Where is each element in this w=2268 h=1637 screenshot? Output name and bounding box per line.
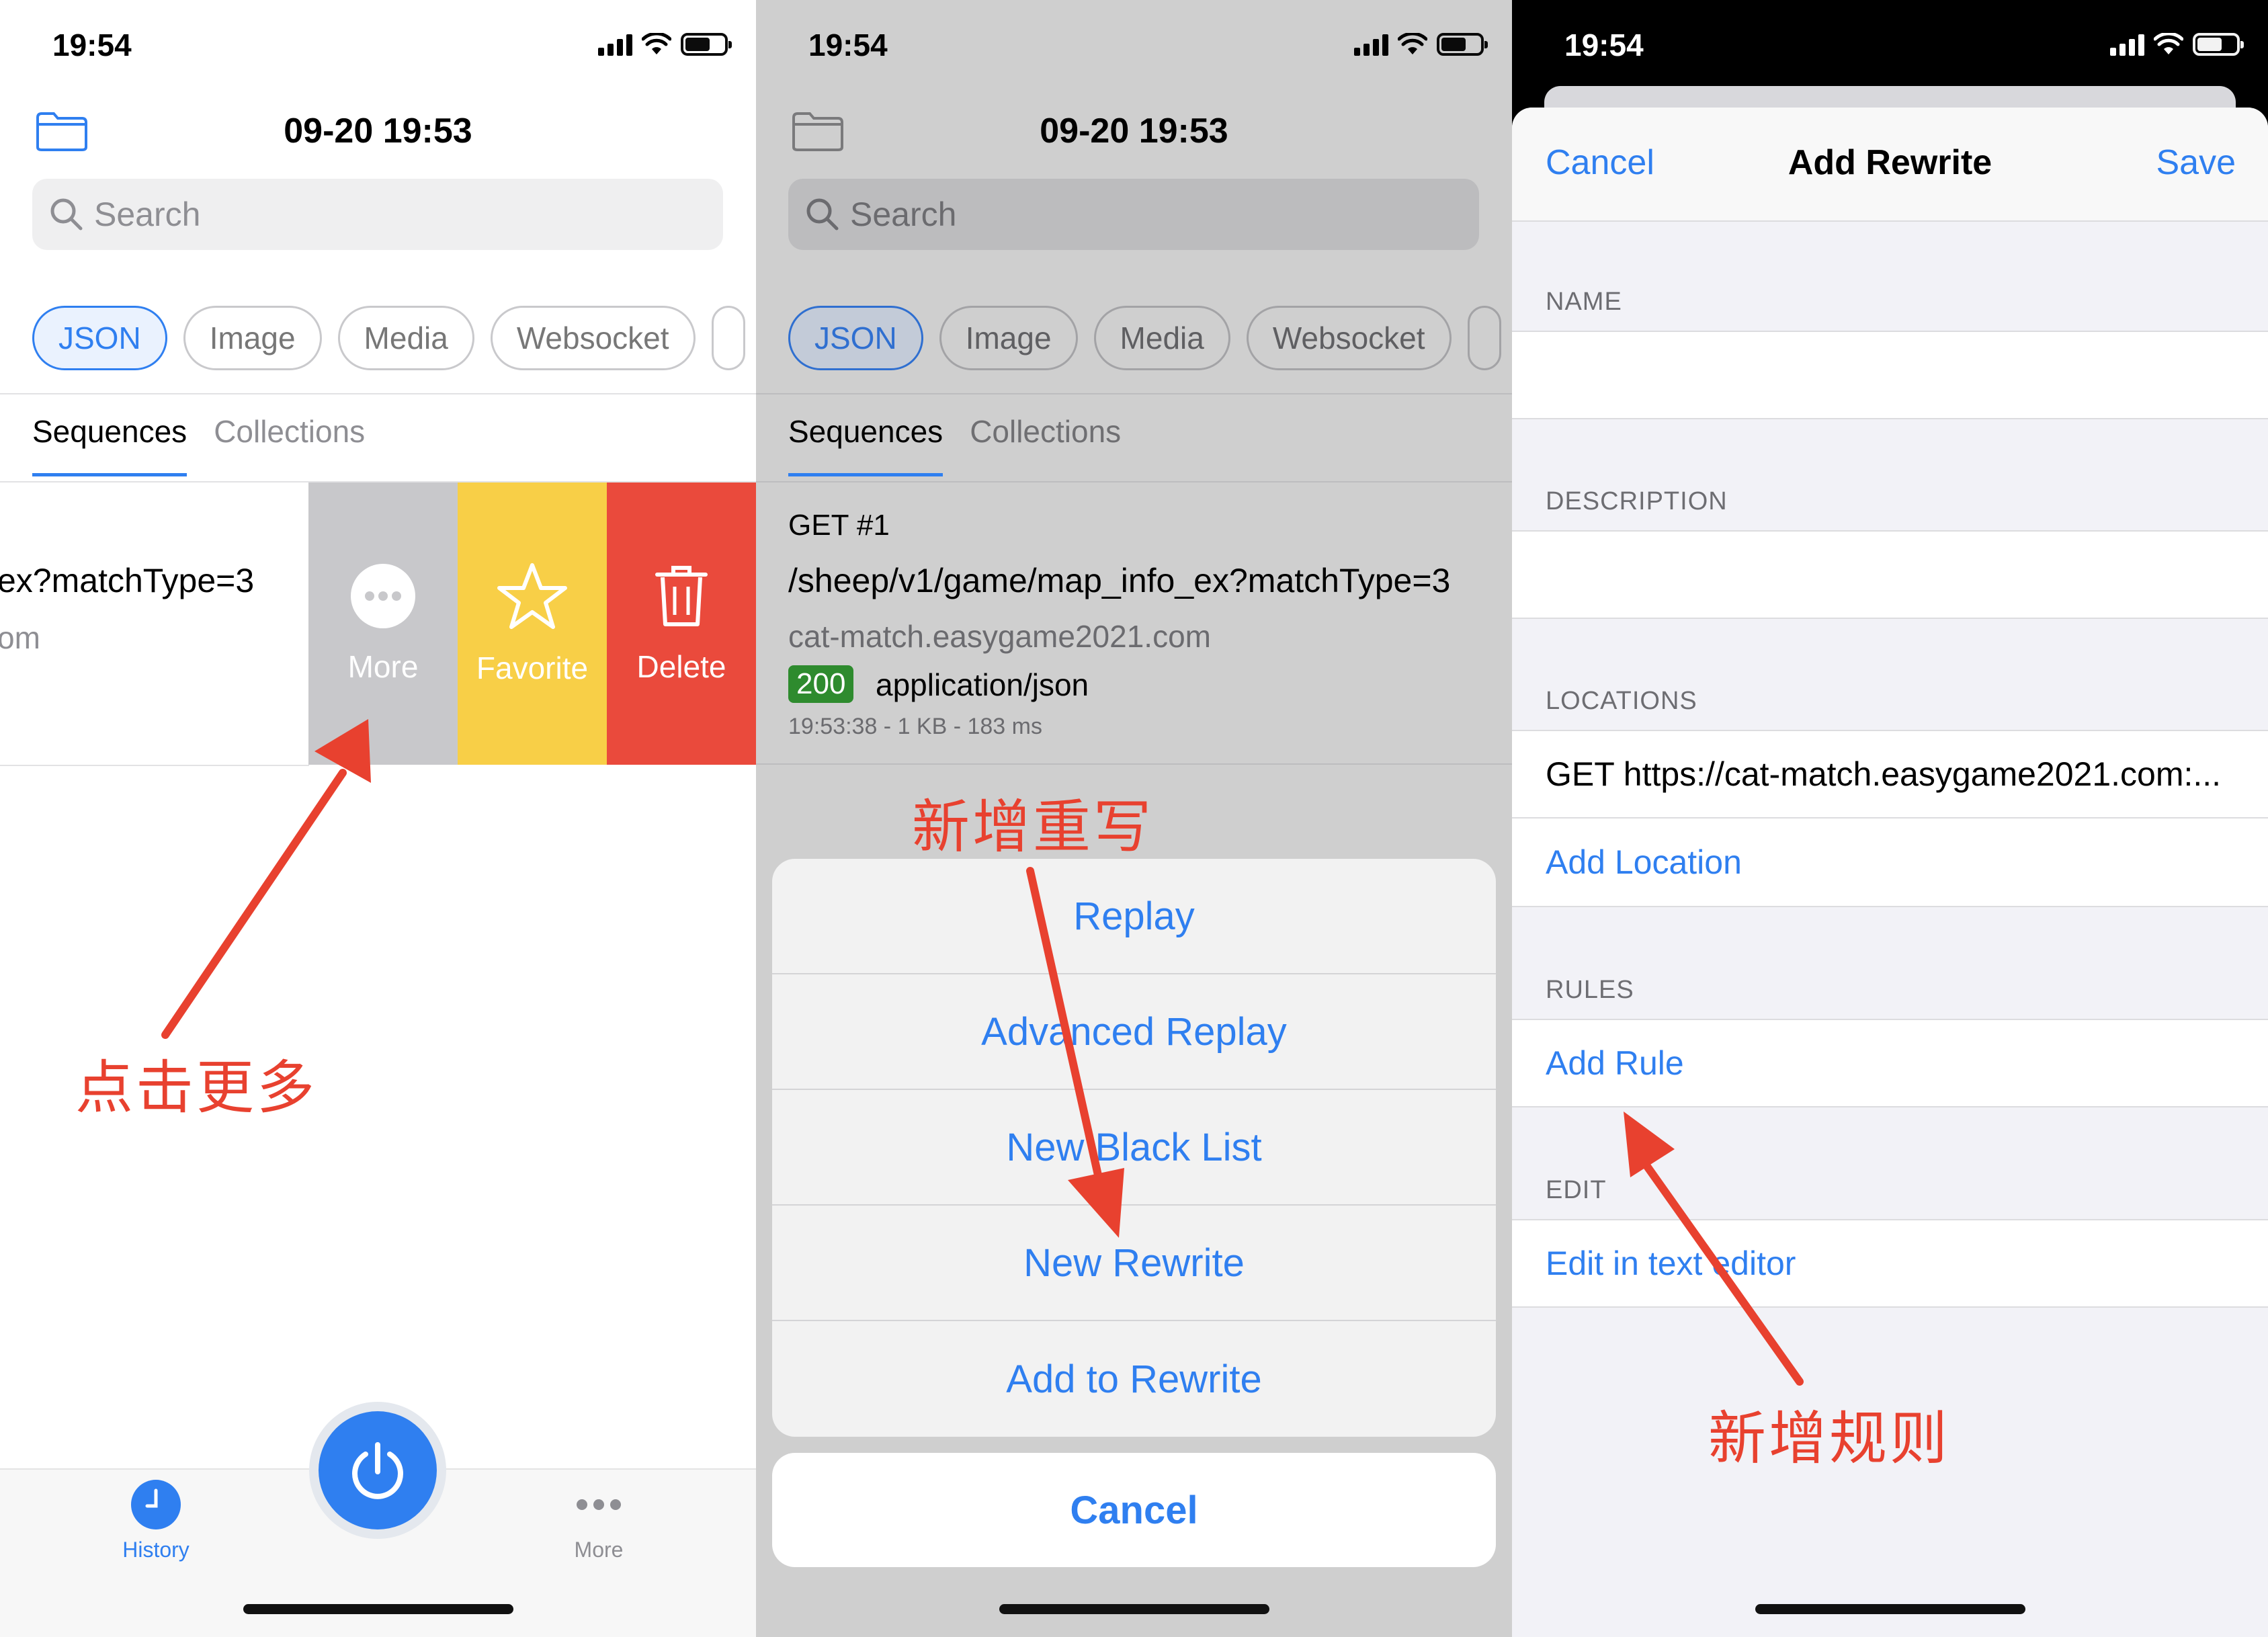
panel-action-sheet: 19:54 09-20 19:53 Search JSON Image Medi… — [756, 0, 1512, 1637]
panel-add-rewrite: 19:54 Cancel Add Rewrite Save NAME DESCR… — [1512, 0, 2268, 1637]
annotation-add-rule: 新增规则 — [1708, 1405, 1950, 1472]
clock-icon — [131, 1480, 181, 1529]
power-icon — [352, 1442, 403, 1499]
tab-more-label: More — [574, 1538, 624, 1562]
home-indicator — [1755, 1604, 2025, 1614]
ellipsis-icon — [577, 1499, 621, 1510]
annotation-arrow — [1026, 867, 1124, 1238]
power-button[interactable] — [319, 1411, 437, 1529]
tab-history-label: History — [122, 1538, 190, 1562]
panel-history-list: 19:54 09-20 19:53 Search JSON Image Medi… — [0, 0, 756, 1637]
tab-more[interactable]: More — [532, 1478, 666, 1562]
annotation-click-more: 点击更多 — [75, 1054, 317, 1122]
home-indicator — [999, 1604, 1269, 1614]
tab-history[interactable]: History — [89, 1478, 223, 1562]
home-indicator — [243, 1604, 513, 1614]
annotation-arrow — [161, 719, 371, 1039]
